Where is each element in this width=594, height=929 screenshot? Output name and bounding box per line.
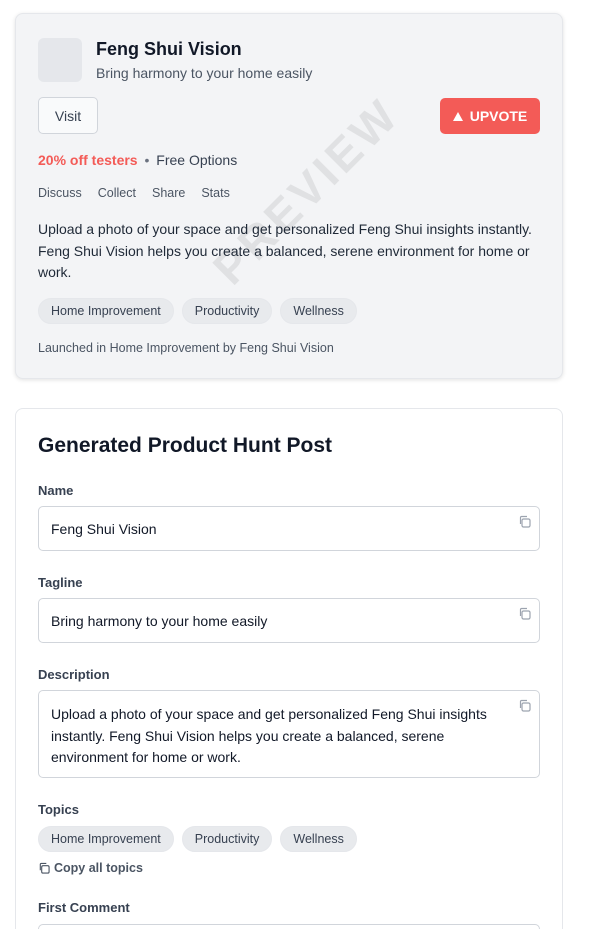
tagline-value: Bring harmony to your home easily (51, 612, 268, 629)
product-thumbnail (38, 38, 82, 82)
topic-chip[interactable]: Productivity (181, 826, 273, 852)
copy-icon[interactable] (518, 699, 531, 712)
generated-title: Generated Product Hunt Post (38, 434, 333, 457)
copy-all-topics-button[interactable]: Copy all topics (38, 861, 143, 875)
product-tagline: Bring harmony to your home easily (96, 65, 313, 81)
upvote-label: UPVOTE (469, 108, 528, 124)
topic-chip[interactable]: Home Improvement (38, 298, 174, 324)
topic-chip[interactable]: Wellness (280, 298, 357, 324)
first-comment-label: First Comment (38, 900, 130, 915)
description-label: Description (38, 667, 110, 682)
first-comment-field[interactable] (38, 924, 540, 929)
copy-icon[interactable] (518, 515, 531, 528)
launched-info: Launched in Home Improvement by Feng Shu… (38, 341, 334, 355)
copy-all-topics-label: Copy all topics (54, 861, 143, 875)
name-label: Name (38, 483, 74, 498)
name-field[interactable]: Feng Shui Vision (38, 506, 540, 551)
preview-topics: Home Improvement Productivity Wellness (38, 298, 357, 324)
product-description: Upload a photo of your space and get per… (38, 221, 532, 280)
triangle-up-icon (452, 111, 463, 121)
discuss-link[interactable]: Discuss (38, 186, 82, 200)
topic-chip[interactable]: Productivity (181, 298, 273, 324)
name-value: Feng Shui Vision (51, 520, 157, 537)
copy-icon (39, 862, 50, 874)
tagline-label: Tagline (38, 575, 83, 590)
product-name: Feng Shui Vision (96, 39, 242, 59)
offer-separator: • (144, 152, 150, 168)
topic-chip[interactable]: Wellness (280, 826, 357, 852)
collect-link[interactable]: Collect (98, 186, 136, 200)
topics-label: Topics (38, 802, 79, 817)
preview-card: PREVIEW Feng Shui Vision Bring harmony t… (15, 13, 563, 379)
description-value: Upload a photo of your space and get per… (51, 706, 487, 765)
copy-icon[interactable] (518, 607, 531, 620)
generated-post-card: Generated Product Hunt Post Name Feng Sh… (15, 408, 563, 929)
description-field[interactable]: Upload a photo of your space and get per… (38, 690, 540, 778)
visit-button[interactable]: Visit (38, 97, 98, 134)
pricing-text: Free Options (156, 152, 238, 168)
stats-link[interactable]: Stats (201, 186, 230, 200)
share-link[interactable]: Share (152, 186, 185, 200)
generated-topics: Home Improvement Productivity Wellness (38, 826, 357, 852)
tagline-field[interactable]: Bring harmony to your home easily (38, 598, 540, 643)
upvote-button[interactable]: UPVOTE (440, 98, 540, 134)
offer-line: 20% off testers • Free Options (38, 152, 237, 168)
action-links: Discuss Collect Share Stats (38, 186, 230, 200)
topic-chip[interactable]: Home Improvement (38, 826, 174, 852)
offer-text: 20% off testers (38, 152, 138, 168)
